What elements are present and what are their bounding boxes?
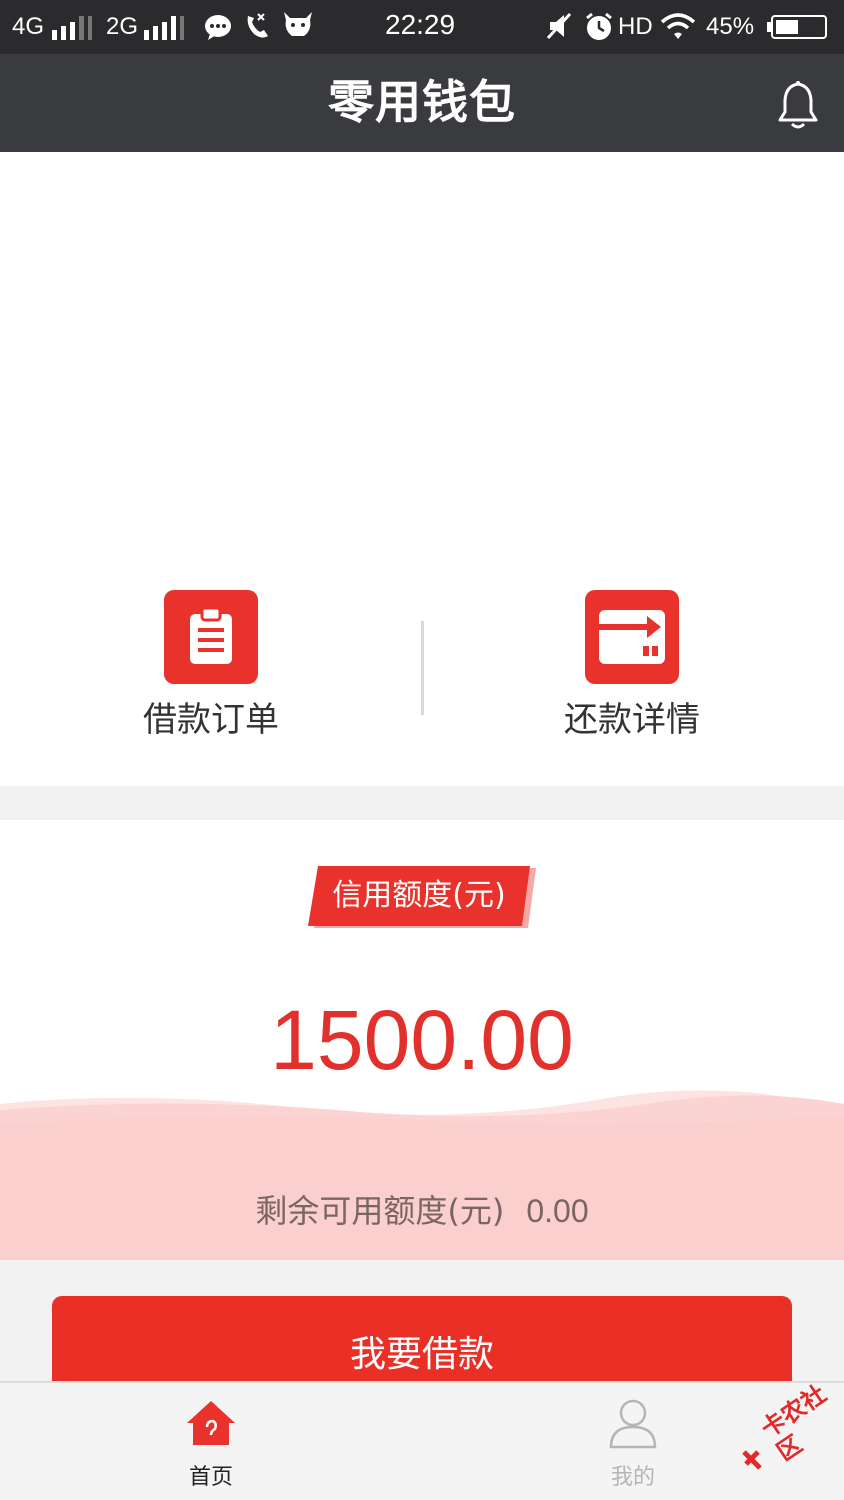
hd-label: HD <box>618 13 653 40</box>
chat-bubble-icon <box>205 15 231 40</box>
bell-icon <box>778 81 818 129</box>
wave-decoration <box>0 1090 844 1260</box>
credit-tag: 信用额度(元) <box>306 866 538 930</box>
bottom-nav: 首页 我的 <box>0 1381 844 1500</box>
credit-amount: 1500.00 <box>270 993 574 1087</box>
action-band: 我要借款 <box>0 1260 844 1416</box>
app-title: 零用钱包 <box>328 75 516 129</box>
network-2-label: 2G <box>106 13 139 40</box>
home-icon <box>187 1401 235 1445</box>
network-1-label: 4G <box>12 13 45 40</box>
remaining-credit-value: 0.00 <box>526 1193 589 1229</box>
loan-orders-label: 借款订单 <box>143 700 279 740</box>
user-icon <box>609 1399 657 1449</box>
signal-1-icon <box>52 16 92 40</box>
clipboard-icon <box>190 606 232 664</box>
alarm-icon <box>586 12 612 40</box>
nav-mine[interactable]: 我的 <box>543 1383 723 1500</box>
app-screen: 4G 2G 22:29 HD 45% 零用钱包 借款订单 还款详情 信用额度(元… <box>0 0 844 1500</box>
status-bar: 4G 2G 22:29 HD 45% <box>0 0 844 54</box>
shortcuts-section: 借款订单 还款详情 <box>0 152 844 786</box>
notification-button[interactable] <box>776 80 820 132</box>
signal-2-icon <box>144 16 184 40</box>
battery-percent: 45% <box>706 13 755 40</box>
remaining-credit: 剩余可用额度(元) 0.00 <box>0 1190 844 1232</box>
remaining-credit-label: 剩余可用额度(元) <box>255 1192 505 1230</box>
clock: 22:29 <box>385 9 456 40</box>
credit-section: 信用额度(元) 1500.00 剩余可用额度(元) 0.00 <box>0 820 844 1260</box>
shortcut-divider <box>421 621 424 715</box>
nav-home-label: 首页 <box>188 1465 233 1490</box>
section-separator <box>0 786 844 820</box>
mute-icon <box>546 12 572 40</box>
nav-mine-label: 我的 <box>610 1465 655 1490</box>
battery-icon <box>767 15 827 39</box>
credit-tag-label: 信用额度(元) <box>332 878 506 913</box>
wifi-icon <box>660 13 696 39</box>
loan-orders-tile <box>164 590 258 684</box>
title-bar: 零用钱包 <box>0 54 844 152</box>
card-transfer-icon <box>599 610 665 664</box>
cow-app-icon <box>284 12 312 36</box>
repayment-details-tile <box>585 590 679 684</box>
repayment-details-label: 还款详情 <box>564 700 700 740</box>
nav-home[interactable]: 首页 <box>121 1383 301 1500</box>
missed-call-icon <box>247 13 268 38</box>
loan-orders-shortcut[interactable]: 借款订单 <box>101 590 321 750</box>
repayment-details-shortcut[interactable]: 还款详情 <box>522 590 742 750</box>
